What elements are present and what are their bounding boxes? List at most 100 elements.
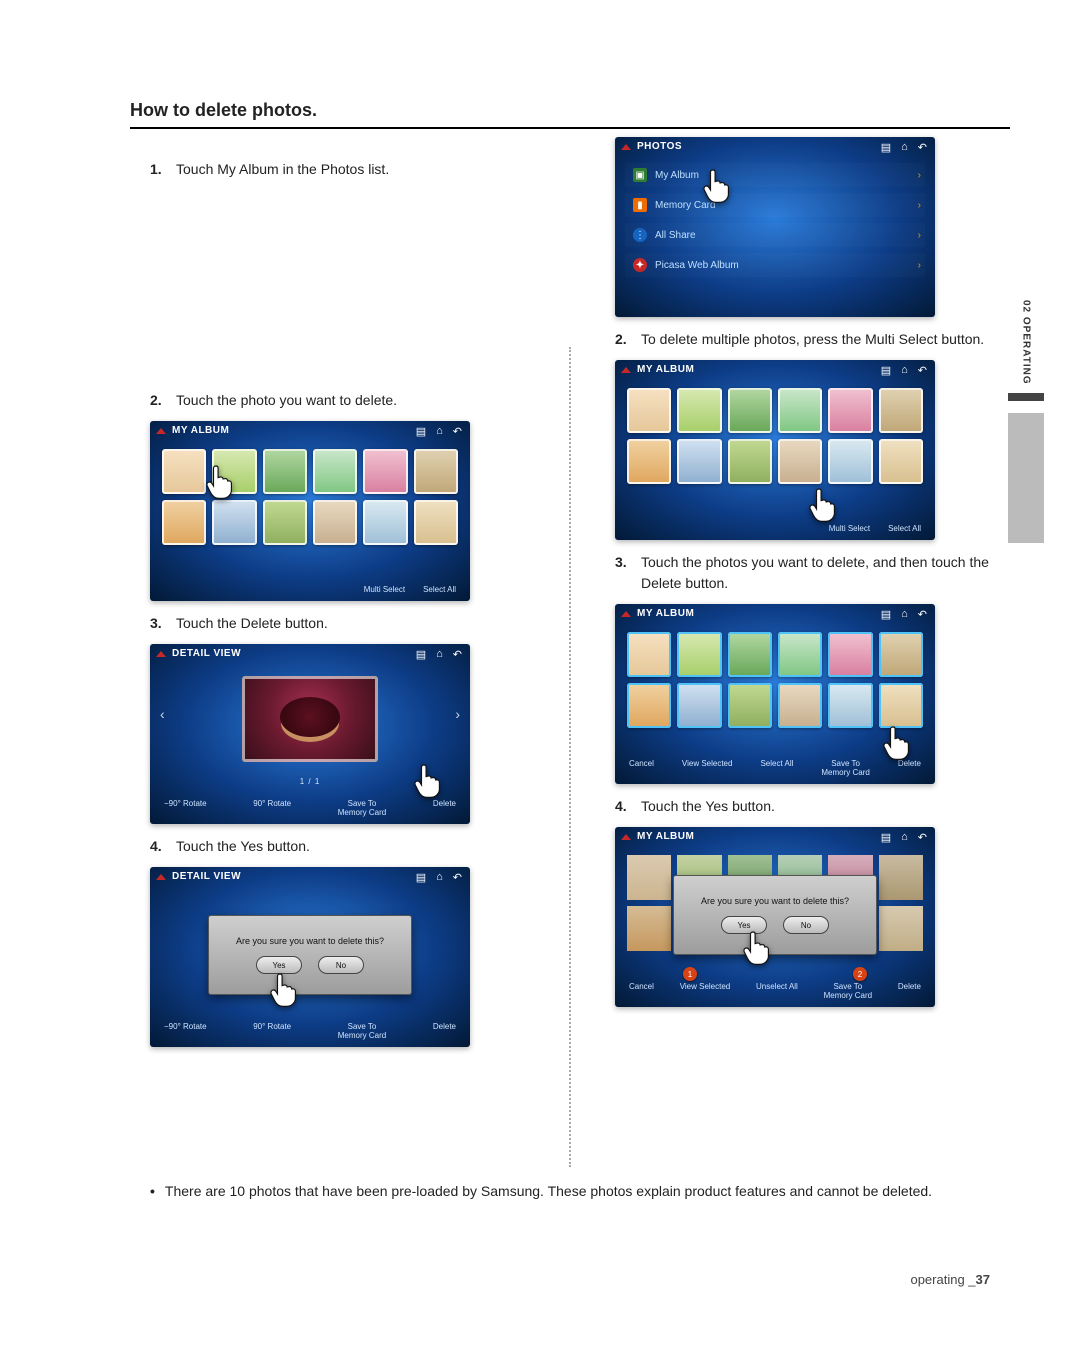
photo-thumb[interactable] — [263, 449, 307, 494]
photo-thumb[interactable] — [363, 500, 407, 545]
photo-thumb[interactable] — [879, 683, 923, 728]
list-label: Memory Card — [655, 200, 716, 211]
back-icon[interactable]: ↶ — [918, 141, 927, 154]
list-item-myalbum[interactable]: ▣ My Album › — [625, 163, 925, 187]
photo-thumb[interactable] — [828, 632, 872, 677]
home-icon[interactable]: ⌂ — [436, 871, 443, 884]
multi-select-button[interactable]: Multi Select — [364, 586, 405, 595]
memo-icon[interactable]: ▤ — [881, 364, 891, 377]
bottom-buttons: −90° Rotate 90° Rotate Save To Memory Ca… — [150, 1023, 470, 1041]
detail-photo[interactable] — [242, 676, 378, 762]
home-icon[interactable]: ⌂ — [901, 831, 908, 844]
photo-thumb[interactable] — [778, 632, 822, 677]
select-all-button[interactable]: Select All — [423, 586, 456, 595]
cancel-button[interactable]: Cancel — [629, 760, 654, 778]
photo-thumb[interactable] — [778, 439, 822, 484]
memo-icon[interactable]: ▤ — [881, 831, 891, 844]
home-icon[interactable]: ⌂ — [436, 425, 443, 438]
photo-thumb[interactable] — [677, 439, 721, 484]
select-all-button[interactable]: Select All — [760, 760, 793, 778]
photo-thumb[interactable] — [778, 388, 822, 433]
photo-thumb[interactable] — [263, 500, 307, 545]
photo-thumb[interactable] — [162, 500, 206, 545]
thumbnail-grid — [627, 632, 923, 728]
view-selected-button[interactable]: View Selected — [682, 760, 733, 778]
home-icon[interactable]: ⌂ — [901, 364, 908, 377]
memo-icon[interactable]: ▤ — [881, 141, 891, 154]
photo-thumb[interactable] — [363, 449, 407, 494]
photo-thumb[interactable] — [313, 500, 357, 545]
photo-thumb[interactable] — [728, 388, 772, 433]
screen-title: DETAIL VIEW — [172, 648, 241, 659]
memo-icon[interactable]: ▤ — [881, 608, 891, 621]
pointer-icon — [156, 874, 166, 880]
prev-arrow-icon[interactable]: ‹ — [160, 706, 165, 722]
photo-thumb[interactable] — [728, 439, 772, 484]
photo-thumb[interactable] — [627, 683, 671, 728]
photo-thumb[interactable] — [728, 632, 772, 677]
photo-thumb[interactable] — [212, 500, 256, 545]
back-icon[interactable]: ↶ — [453, 425, 462, 438]
yes-button[interactable]: Yes — [256, 956, 302, 974]
photo-thumb[interactable] — [828, 683, 872, 728]
unselect-all-button[interactable]: Unselect All — [756, 983, 798, 1001]
next-arrow-icon[interactable]: › — [455, 706, 460, 722]
screenshot-album-ms-confirm: MY ALBUM ▤⌂↶ Are you sure you want to de… — [615, 827, 935, 1007]
multi-select-button[interactable]: Multi Select — [829, 525, 870, 534]
screen-title: MY ALBUM — [637, 364, 694, 375]
photo-thumb[interactable] — [828, 388, 872, 433]
save-to-card-button[interactable]: Save To Memory Card — [338, 800, 386, 818]
photo-thumb[interactable] — [212, 449, 256, 494]
photo-thumb[interactable] — [828, 439, 872, 484]
list-item-allshare[interactable]: ⋮ All Share › — [625, 223, 925, 247]
memo-icon[interactable]: ▤ — [416, 871, 426, 884]
no-button[interactable]: No — [318, 956, 364, 974]
home-icon[interactable]: ⌂ — [436, 648, 443, 661]
photo-thumb[interactable] — [414, 500, 458, 545]
photo-thumb[interactable] — [879, 388, 923, 433]
delete-button[interactable]: Delete — [898, 983, 921, 1001]
photo-thumb[interactable] — [313, 449, 357, 494]
photo-thumb[interactable] — [627, 439, 671, 484]
yes-button[interactable]: Yes — [721, 916, 767, 934]
photo-thumb[interactable] — [778, 683, 822, 728]
rotate-ccw-button[interactable]: −90° Rotate — [164, 1023, 207, 1041]
photo-thumb[interactable] — [627, 632, 671, 677]
rotate-cw-button[interactable]: 90° Rotate — [253, 800, 291, 818]
photo-thumb[interactable] — [728, 683, 772, 728]
photo-thumb[interactable] — [677, 683, 721, 728]
step-text: To delete multiple photos, press the Mul… — [641, 329, 1010, 350]
list-item-memorycard[interactable]: ▮ Memory Card › — [625, 193, 925, 217]
save-to-card-button[interactable]: Save To Memory Card — [338, 1023, 386, 1041]
save-to-card-button[interactable]: Save To Memory Card — [821, 760, 869, 778]
photo-thumb[interactable] — [677, 388, 721, 433]
back-icon[interactable]: ↶ — [918, 364, 927, 377]
delete-button[interactable]: Delete — [433, 1023, 456, 1041]
save-to-card-button[interactable]: Save To Memory Card — [824, 983, 872, 1001]
back-icon[interactable]: ↶ — [453, 871, 462, 884]
list-item-picasa[interactable]: ✦ Picasa Web Album › — [625, 253, 925, 277]
memo-icon[interactable]: ▤ — [416, 648, 426, 661]
photo-thumb[interactable] — [627, 388, 671, 433]
delete-button[interactable]: Delete — [898, 760, 921, 778]
photo-thumb[interactable] — [162, 449, 206, 494]
home-icon[interactable]: ⌂ — [901, 608, 908, 621]
view-selected-button[interactable]: View Selected — [680, 983, 731, 1001]
memo-icon[interactable]: ▤ — [416, 425, 426, 438]
photo-thumb[interactable] — [879, 439, 923, 484]
photo-thumb[interactable] — [879, 632, 923, 677]
left-column: 1. Touch My Album in the Photos list. 2.… — [130, 147, 545, 1167]
home-icon[interactable]: ⌂ — [901, 141, 908, 154]
cancel-button[interactable]: Cancel — [629, 983, 654, 1001]
rotate-ccw-button[interactable]: −90° Rotate — [164, 800, 207, 818]
back-icon[interactable]: ↶ — [918, 608, 927, 621]
rotate-cw-button[interactable]: 90° Rotate — [253, 1023, 291, 1041]
back-icon[interactable]: ↶ — [918, 831, 927, 844]
hand-cursor-icon — [807, 484, 841, 524]
delete-button[interactable]: Delete — [433, 800, 456, 818]
photo-thumb[interactable] — [414, 449, 458, 494]
photo-thumb[interactable] — [677, 632, 721, 677]
select-all-button[interactable]: Select All — [888, 525, 921, 534]
no-button[interactable]: No — [783, 916, 829, 934]
back-icon[interactable]: ↶ — [453, 648, 462, 661]
